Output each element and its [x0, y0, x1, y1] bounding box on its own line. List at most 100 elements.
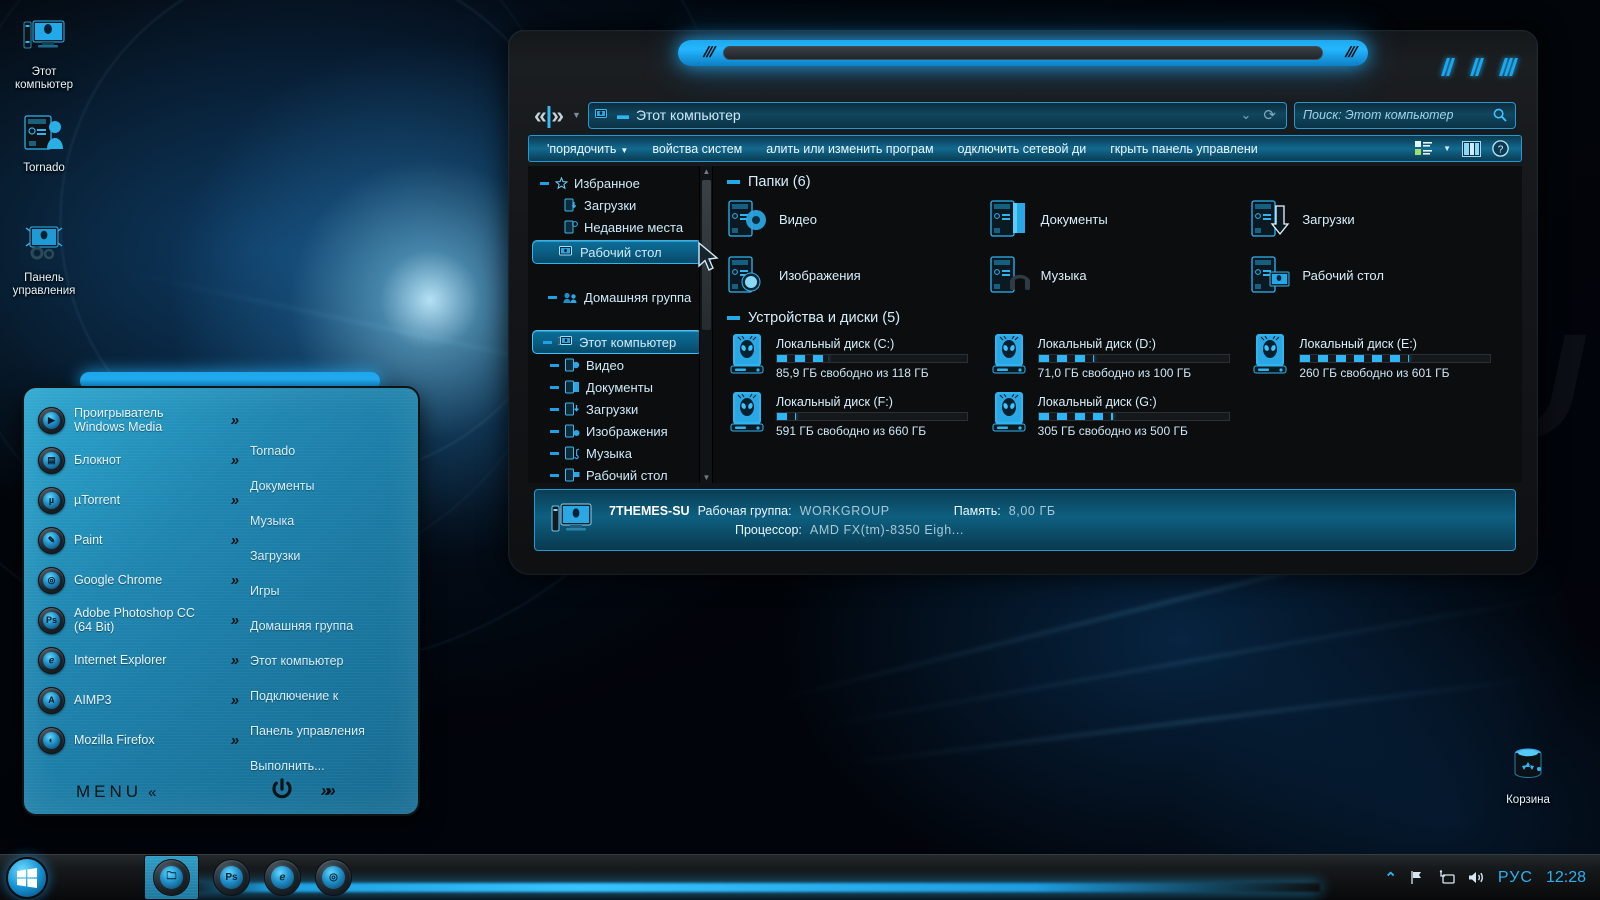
submenu-chevron-icon[interactable]: » — [229, 532, 238, 549]
desktop-icon-this-pc[interactable]: Этот компьютер — [0, 12, 88, 92]
start-button[interactable] — [6, 856, 48, 899]
submenu-chevron-icon[interactable]: » — [229, 452, 238, 469]
program-item-internet-explorer[interactable]: ℯ Internet Explorer » — [30, 640, 244, 680]
desktop-icon-control-panel[interactable]: Панель управления — [0, 218, 88, 298]
search-box[interactable] — [1294, 101, 1516, 129]
expander-icon[interactable] — [550, 473, 559, 477]
cmd-system-properties[interactable]: войства систем — [640, 142, 754, 156]
submenu-chevron-icon[interactable]: » — [229, 572, 238, 589]
taskbar-button-internet-explorer[interactable]: ℯ — [264, 859, 301, 896]
file-pane[interactable]: Папки (6) Видео Документы Загрузки Изобр… — [713, 166, 1522, 483]
view-list-icon[interactable] — [1415, 141, 1433, 156]
program-item-paint[interactable]: ✎ Paint » — [30, 520, 244, 560]
taskbar-button-photoshop[interactable]: Ps — [213, 859, 250, 896]
submenu-chevron-icon[interactable]: » — [229, 732, 238, 749]
place-item-downloads[interactable]: Загрузки — [244, 539, 412, 574]
address-bar[interactable]: ▬ Этот компьютер ⌄ ⟳ — [587, 101, 1287, 129]
folder-tile-pictures[interactable]: Изображения — [727, 252, 989, 298]
taskbar-button-chrome[interactable]: ◎ — [315, 859, 352, 896]
taskbar[interactable]: 🗀 Ps ℯ ◎ ⌃ РУС 12:28 — [0, 854, 1600, 900]
cmd-uninstall-program[interactable]: алить или изменить програм — [754, 142, 945, 156]
nav-item-favorites[interactable]: Избранное — [528, 172, 712, 194]
scroll-up-icon[interactable]: ▲ — [702, 167, 711, 176]
nav-pane-scrollbar[interactable]: ▲ ▼ — [699, 166, 712, 483]
program-item-utorrent[interactable]: µ µTorrent » — [30, 480, 244, 520]
place-item-documents[interactable]: Документы — [244, 469, 412, 504]
nav-item-desktop[interactable]: Рабочий стол — [532, 240, 702, 264]
scrollbar-thumb[interactable] — [702, 180, 711, 330]
program-item-aimp3[interactable]: A AIMP3 » — [30, 680, 244, 720]
taskbar-button-explorer[interactable]: 🗀 — [144, 855, 199, 900]
place-item-tornado[interactable]: Tornado — [244, 434, 412, 469]
drive-item-d[interactable]: Локальный диск (D:) 71,0 ГБ свободно из … — [989, 332, 1251, 384]
place-item-homegroup[interactable]: Домашняя группа — [244, 609, 412, 644]
expander-icon[interactable] — [550, 429, 559, 433]
collapse-icon[interactable] — [727, 180, 740, 184]
place-item-this-pc[interactable]: Этот компьютер — [244, 644, 412, 679]
command-bar[interactable]: 'порядочить ▼ войства систем алить или из… — [528, 135, 1522, 162]
refresh-icon[interactable]: ⟳ — [1263, 106, 1276, 124]
program-item-photoshop[interactable]: Ps Adobe Photoshop CC (64 Bit) » — [30, 600, 244, 640]
help-icon[interactable]: ? — [1492, 140, 1509, 157]
expander-icon[interactable] — [550, 451, 559, 455]
drive-item-e[interactable]: Локальный диск (E:) 260 ГБ свободно из 6… — [1250, 332, 1512, 384]
folder-tile-video[interactable]: Видео — [727, 196, 989, 242]
program-item-chrome[interactable]: ◎ Google Chrome » — [30, 560, 244, 600]
drive-item-g[interactable]: Локальный диск (G:) 305 ГБ свободно из 5… — [989, 390, 1251, 442]
taskbar-clock[interactable]: 12:28 — [1546, 869, 1586, 887]
folder-tile-desktop[interactable]: Рабочий стол — [1250, 252, 1512, 298]
folder-tile-downloads[interactable]: Загрузки — [1250, 196, 1512, 242]
place-item-control-panel[interactable]: Панель управления — [244, 714, 412, 749]
program-item-media-player[interactable]: ▶ Проигрыватель Windows Media » — [30, 400, 244, 440]
minimize-button[interactable] — [1441, 58, 1463, 76]
nav-item-music[interactable]: Музыка — [528, 442, 712, 464]
folder-tile-music[interactable]: Музыка — [989, 252, 1251, 298]
nav-item-this-pc[interactable]: Этот компьютер — [532, 330, 702, 354]
folder-tile-documents[interactable]: Документы — [989, 196, 1251, 242]
search-input[interactable] — [1303, 108, 1487, 122]
expander-icon[interactable] — [550, 407, 559, 411]
expander-icon[interactable] — [550, 385, 559, 389]
cmd-map-network-drive[interactable]: одключить сетевой ди — [946, 142, 1099, 156]
submenu-chevron-icon[interactable]: » — [229, 652, 238, 669]
nav-item-recent-places[interactable]: Недавние места — [528, 216, 712, 238]
place-item-games[interactable]: Игры — [244, 574, 412, 609]
cmd-organize[interactable]: 'порядочить ▼ — [535, 142, 640, 156]
volume-icon[interactable] — [1468, 870, 1485, 885]
nav-item-video[interactable]: Видео — [528, 354, 712, 376]
nav-item-homegroup[interactable]: Домашняя группа — [528, 286, 712, 308]
view-caret-icon[interactable]: ▼ — [1443, 144, 1451, 153]
navigation-pane[interactable]: Избранное Загрузки Недавние места Рабочи… — [528, 166, 713, 483]
preview-pane-icon[interactable] — [1462, 140, 1481, 157]
explorer-window[interactable]: /// /// «|» ▼ ▬ Этот компьютер ⌄ ⟳ Поиск… — [508, 30, 1538, 575]
collapse-icon[interactable] — [727, 316, 740, 320]
expander-icon[interactable] — [543, 340, 552, 344]
nav-item-desktop-pc[interactable]: Рабочий стол — [528, 464, 712, 483]
expander-icon[interactable] — [548, 295, 557, 299]
place-item-music[interactable]: Музыка — [244, 504, 412, 539]
expand-arrows-icon[interactable]: »» — [319, 781, 334, 801]
chevron-up-icon[interactable]: ⌃ — [1384, 869, 1397, 887]
submenu-chevron-icon[interactable]: » — [229, 612, 238, 629]
expander-icon[interactable] — [550, 363, 559, 367]
program-item-firefox[interactable]: ◐ Mozilla Firefox » — [30, 720, 244, 760]
submenu-chevron-icon[interactable]: » — [229, 492, 238, 509]
nav-item-documents[interactable]: Документы — [528, 376, 712, 398]
submenu-chevron-icon[interactable]: » — [229, 692, 238, 709]
scroll-down-icon[interactable]: ▼ — [702, 473, 711, 482]
group-header-folders[interactable]: Папки (6) — [727, 174, 1512, 190]
history-dropdown-icon[interactable]: ▼ — [572, 110, 581, 120]
drive-item-c[interactable]: Локальный диск (C:) 85,9 ГБ свободно из … — [727, 332, 989, 384]
drive-item-f[interactable]: Локальный диск (F:) 591 ГБ свободно из 6… — [727, 390, 989, 442]
action-center-flag-icon[interactable] — [1410, 870, 1426, 885]
desktop-icon-tornado[interactable]: Tornado — [0, 108, 88, 175]
program-item-notepad[interactable]: ▤ Блокнот » — [30, 440, 244, 480]
submenu-chevron-icon[interactable]: » — [229, 412, 238, 429]
cmd-open-control-panel[interactable]: гкрыть панель управлени — [1098, 142, 1270, 156]
place-item-connect-to[interactable]: Подключение к — [244, 679, 412, 714]
start-menu[interactable]: ▶ Проигрыватель Windows Media » ▤ Блокнот… — [22, 372, 420, 816]
nav-item-downloads[interactable]: Загрузки — [528, 194, 712, 216]
desktop-icon-recycle-bin[interactable]: Корзина — [1484, 740, 1572, 807]
back-arrows-icon[interactable]: «|» — [534, 102, 564, 129]
network-icon[interactable] — [1439, 870, 1455, 885]
